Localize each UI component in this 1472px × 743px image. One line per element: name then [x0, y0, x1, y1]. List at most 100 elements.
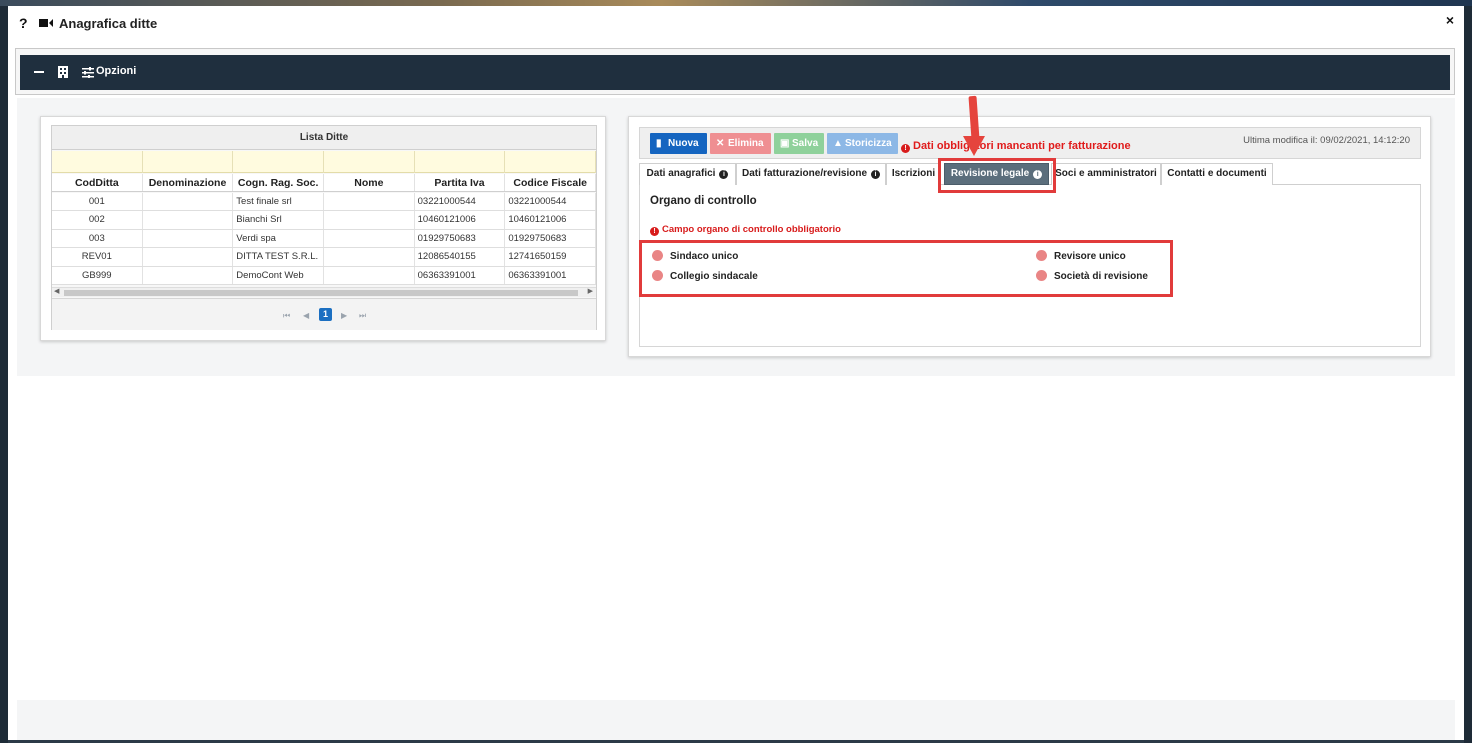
background-left-edge [0, 6, 8, 743]
filter-cell-partita-iva[interactable] [415, 151, 506, 173]
cell-cognome: Bianchi Srl [233, 211, 324, 229]
cell-partita-iva: 03221000544 [415, 193, 506, 211]
minus-icon[interactable] [34, 71, 44, 73]
grid-body: 001 Test finale srl 03221000544 03221000… [52, 193, 596, 285]
lista-ditte-grid: Lista Ditte CodDitta Denominazione Cogn.… [51, 125, 597, 330]
nuova-label: Nuova [668, 138, 699, 149]
column-header[interactable]: Nome [324, 174, 415, 191]
scrollbar-thumb[interactable] [64, 290, 578, 296]
cell-cognome: DITTA TEST S.R.L. [233, 248, 324, 266]
first-page-icon[interactable]: ⏮ [283, 311, 290, 321]
section-title: Organo di controllo [650, 195, 757, 207]
cell-codice-fiscale: 01929750683 [505, 229, 596, 248]
scroll-left-icon[interactable]: ◀ [54, 287, 59, 295]
tab-dati-fatturazione[interactable]: Dati fatturazione/revisione i [736, 163, 886, 185]
column-header[interactable]: Codice Fiscale [505, 174, 597, 191]
options-panel: Opzioni [15, 48, 1455, 95]
elimina-button[interactable]: ✕ Elimina [710, 133, 771, 154]
info-icon: i [871, 170, 881, 179]
elimina-label: Elimina [728, 138, 764, 149]
cell-codditta: 001 [52, 193, 143, 211]
column-header[interactable]: Denominazione [143, 174, 234, 191]
cell-codice-fiscale: 12741650159 [505, 248, 596, 266]
column-header[interactable]: Partita Iva [415, 174, 506, 191]
cell-denominazione [143, 248, 234, 266]
salva-button[interactable]: ▣ Salva [774, 133, 824, 154]
cell-nome [324, 211, 415, 229]
exclamation-icon: ! [650, 227, 659, 236]
table-row[interactable]: REV01 DITTA TEST S.R.L. 12086540155 1274… [52, 248, 596, 267]
cell-codditta: 003 [52, 229, 143, 248]
sliders-icon[interactable] [82, 67, 94, 78]
detail-toolbar: ▮ Nuova ✕ Elimina ▣ Salva ▲ Storicizza !… [639, 127, 1421, 159]
tab-soci-amministratori[interactable]: Soci e amministratori [1051, 163, 1161, 185]
column-header[interactable]: Cogn. Rag. Soc. [233, 174, 325, 191]
validation-error-text: Campo organo di controllo obbligatorio [662, 224, 841, 235]
ditta-detail-panel: ▮ Nuova ✕ Elimina ▣ Salva ▲ Storicizza !… [628, 116, 1431, 357]
grid-title: Lista Ditte [52, 126, 596, 150]
cell-cognome: Test finale srl [233, 193, 324, 211]
filter-cell-codice-fiscale[interactable] [505, 151, 597, 173]
main-content: Lista Ditte CodDitta Denominazione Cogn.… [17, 98, 1455, 376]
cell-codditta: REV01 [52, 248, 143, 266]
save-icon: ▣ [780, 138, 790, 149]
filter-cell-codditta[interactable] [52, 151, 143, 173]
prev-page-icon[interactable]: ◀ [303, 311, 309, 320]
salva-label: Salva [792, 138, 819, 149]
grid-header-row: CodDitta Denominazione Cogn. Rag. Soc. N… [52, 174, 597, 192]
scroll-right-icon[interactable]: ▶ [588, 287, 593, 295]
current-page-button[interactable]: 1 [319, 308, 332, 321]
cell-codice-fiscale: 10460121006 [505, 211, 596, 229]
cell-codditta: GB999 [52, 266, 143, 284]
cell-denominazione [143, 229, 234, 248]
tab-contatti-documenti[interactable]: Contatti e documenti [1161, 163, 1273, 185]
annotation-box-tab [938, 158, 1056, 193]
building-icon[interactable] [58, 66, 68, 78]
options-label[interactable]: Opzioni [96, 65, 136, 77]
last-modified-text: Ultima modifica il: 09/02/2021, 14:12:20 [1243, 135, 1410, 146]
storicizza-button[interactable]: ▲ Storicizza [827, 133, 898, 154]
cell-partita-iva: 12086540155 [415, 248, 506, 266]
table-row[interactable]: GB999 DemoCont Web 06363391001 063633910… [52, 266, 596, 285]
table-row[interactable]: 001 Test finale srl 03221000544 03221000… [52, 193, 596, 212]
filter-cell-nome[interactable] [324, 151, 415, 173]
tab-label: Dati anagrafici [646, 168, 716, 179]
cell-codice-fiscale: 06363391001 [505, 266, 596, 284]
table-row[interactable]: 003 Verdi spa 01929750683 01929750683 [52, 229, 596, 249]
table-row[interactable]: 002 Bianchi Srl 10460121006 10460121006 [52, 211, 596, 230]
cell-nome [324, 266, 415, 284]
cell-denominazione [143, 211, 234, 229]
tab-label: Contatti e documenti [1167, 168, 1267, 179]
cell-partita-iva: 06363391001 [415, 266, 506, 284]
document-icon: ▮ [656, 138, 662, 149]
modal-title: Anagrafica ditte [59, 16, 158, 31]
modal-header: ? Anagrafica ditte × [8, 6, 1464, 42]
close-icon[interactable]: × [1446, 12, 1454, 28]
delete-x-icon: ✕ [716, 138, 725, 149]
cell-codice-fiscale: 03221000544 [505, 193, 596, 211]
cell-nome [324, 193, 415, 211]
column-header[interactable]: CodDitta [52, 174, 143, 191]
next-page-icon[interactable]: ▶ [341, 311, 347, 320]
modal-footer [17, 700, 1455, 740]
tab-label: Iscrizioni [891, 168, 936, 179]
tab-label: Dati fatturazione/revisione [741, 168, 868, 179]
missing-data-warning: ! Dati obbligatori mancanti per fatturazi… [901, 140, 1131, 153]
tab-iscrizioni[interactable]: Iscrizioni [886, 163, 941, 185]
nuova-button[interactable]: ▮ Nuova [650, 133, 707, 154]
cell-cognome: Verdi spa [233, 229, 324, 248]
filter-cell-denominazione[interactable] [143, 151, 234, 173]
cell-nome [324, 248, 415, 266]
filter-cell-cognome[interactable] [233, 151, 325, 173]
background-right-edge [1464, 6, 1472, 743]
lista-ditte-panel: Lista Ditte CodDitta Denominazione Cogn.… [40, 116, 606, 341]
cell-partita-iva: 01929750683 [415, 229, 506, 248]
horizontal-scrollbar[interactable]: ◀ ▶ [52, 287, 596, 297]
cell-denominazione [143, 266, 234, 284]
last-page-icon[interactable]: ⏭ [359, 311, 366, 321]
tab-dati-anagrafici[interactable]: Dati anagrafici i [639, 163, 736, 185]
help-icon[interactable]: ? [19, 15, 28, 31]
video-camera-icon [39, 19, 53, 27]
annotation-box-options [639, 240, 1173, 297]
exclamation-icon: ! [901, 144, 910, 153]
